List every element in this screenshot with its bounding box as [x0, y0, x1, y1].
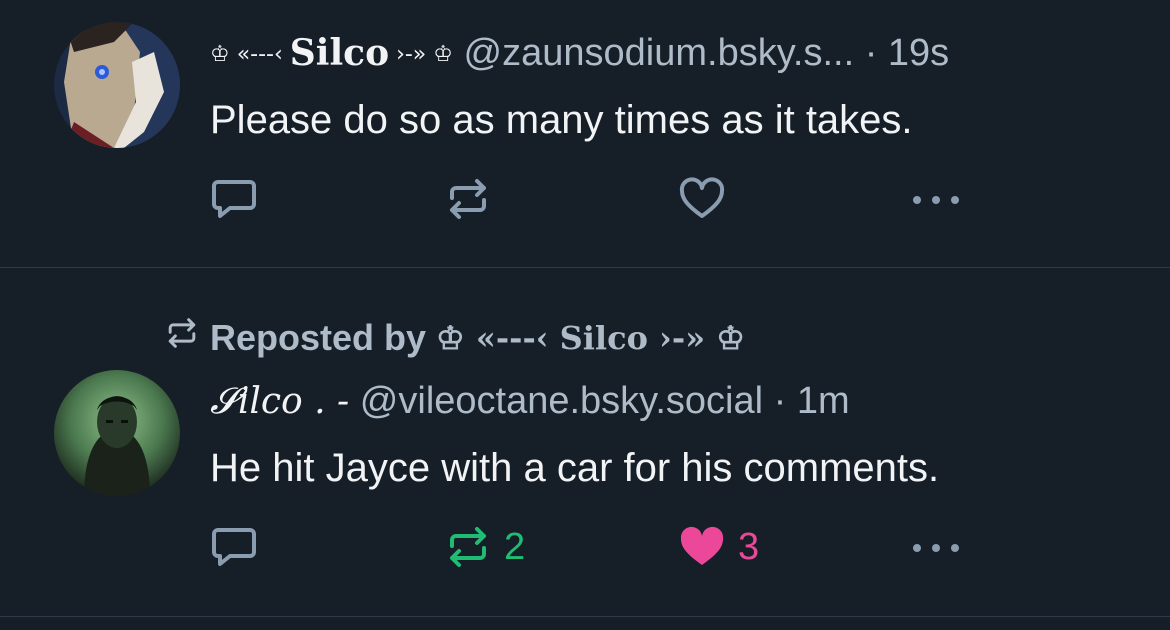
author-name[interactable]: ♔ «---‹ Silco ›-» ♔	[210, 32, 453, 74]
like-button[interactable]: 3	[678, 522, 759, 572]
author-name[interactable]: 𝓢ilco . -	[210, 381, 349, 422]
post-actions: 2 3	[210, 522, 970, 572]
reposted-by-name[interactable]: ♔ «---‹ Silco ›-» ♔	[436, 316, 745, 360]
repost-button[interactable]: 2	[444, 522, 525, 572]
avatar[interactable]	[54, 370, 180, 496]
post-divider	[0, 616, 1170, 617]
post-actions	[210, 174, 970, 224]
heart-filled-icon	[678, 524, 726, 570]
reply-button[interactable]	[210, 522, 258, 572]
post-text: Please do so as many times as it takes.	[210, 98, 913, 142]
avatar[interactable]	[54, 22, 180, 148]
reply-icon	[210, 176, 258, 222]
heart-outline-icon	[678, 176, 726, 222]
repost-count: 2	[504, 525, 526, 568]
post-text: He hit Jayce with a car for his comments…	[210, 446, 940, 490]
like-count: 3	[738, 525, 760, 568]
post-header: ♔ «---‹ Silco ›-» ♔ @zaunsodium.bsky.s..…	[210, 30, 949, 78]
reposted-by-label: Reposted by	[210, 317, 427, 358]
reply-icon	[210, 524, 258, 570]
repost-icon	[444, 176, 492, 222]
post-time[interactable]: · 1m	[774, 380, 850, 422]
post-header: 𝓢ilco . - @vileoctane.bsky.social · 1m	[210, 378, 850, 425]
more-dots-icon	[910, 176, 964, 222]
reply-button[interactable]	[210, 174, 258, 224]
like-button[interactable]	[678, 174, 726, 224]
repost-small-icon	[164, 316, 200, 360]
feed-post[interactable]: ♔ «---‹ Silco ›-» ♔ @zaunsodium.bsky.s..…	[0, 0, 1170, 267]
feed-post[interactable]: Reposted by ♔ «---‹ Silco ›-» ♔ 𝓢ilco . …	[0, 268, 1170, 616]
post-time[interactable]: · 19s	[865, 32, 949, 74]
more-button[interactable]	[910, 522, 964, 572]
more-dots-icon	[910, 524, 964, 570]
repost-icon-active	[444, 524, 492, 570]
author-handle[interactable]: @vileoctane.bsky.social	[360, 380, 763, 422]
reposted-by[interactable]: Reposted by ♔ «---‹ Silco ›-» ♔	[164, 316, 745, 360]
author-handle[interactable]: @zaunsodium.bsky.s...	[464, 32, 855, 74]
more-button[interactable]	[910, 174, 964, 224]
repost-button[interactable]	[444, 174, 492, 224]
